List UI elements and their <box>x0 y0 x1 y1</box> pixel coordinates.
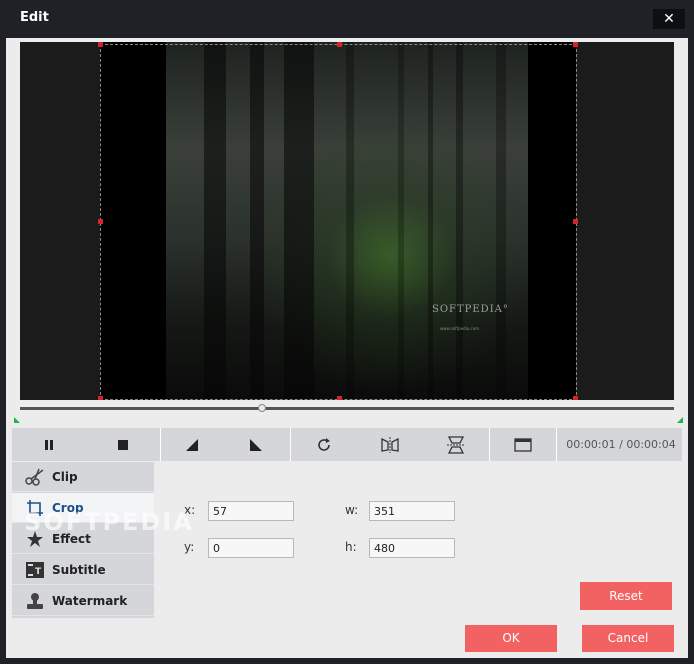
sidebar-item-clip[interactable]: Clip <box>12 462 154 492</box>
w-label: w: <box>345 503 359 517</box>
rotate-left-button[interactable] <box>161 428 223 461</box>
crop-icon <box>24 498 46 518</box>
close-icon: ✕ <box>663 11 675 27</box>
flip-vertical-button[interactable] <box>423 428 489 461</box>
trim-end-marker[interactable] <box>677 417 683 423</box>
triangle-right-icon <box>250 438 262 451</box>
crop-handle-bottom-left[interactable] <box>98 396 103 400</box>
stop-button[interactable] <box>86 428 160 461</box>
flip-vertical-icon <box>447 435 465 454</box>
sidebar-item-label: Watermark <box>52 593 128 608</box>
sidebar-item-subtitle[interactable]: T Subtitle <box>12 555 154 585</box>
trim-start-marker[interactable] <box>14 417 20 423</box>
player-toolbar: 00:00:01 / 00:00:04 <box>12 428 682 461</box>
stamp-icon <box>24 591 46 611</box>
title-bar: Edit ✕ <box>0 0 694 38</box>
close-button[interactable]: ✕ <box>653 9 685 29</box>
stop-icon <box>118 439 128 450</box>
crop-panel: x: w: y: h: Reset <box>154 462 682 618</box>
ok-button[interactable]: OK <box>465 625 557 652</box>
subtitle-icon: T <box>24 560 46 580</box>
w-input[interactable] <box>369 501 455 521</box>
y-input[interactable] <box>208 538 294 558</box>
sidebar-item-label: Subtitle <box>52 562 106 577</box>
rotate-icon <box>318 437 330 451</box>
h-label: h: <box>345 540 357 554</box>
sidebar-item-label: Clip <box>52 469 78 484</box>
scissors-icon <box>24 467 46 487</box>
timecode-display: 00:00:01 / 00:00:04 <box>566 438 676 451</box>
rotate-right-button[interactable] <box>223 428 289 461</box>
video-preview: SOFTPEDIA° www.softpedia.com <box>20 42 674 400</box>
rotate-button[interactable] <box>291 428 357 461</box>
star-icon <box>24 529 46 549</box>
h-input[interactable] <box>369 538 455 558</box>
window-icon <box>514 437 532 452</box>
crop-rectangle[interactable] <box>98 42 578 400</box>
crop-handle-top-right[interactable] <box>573 42 578 47</box>
pause-button[interactable] <box>12 428 86 461</box>
flip-horizontal-button[interactable] <box>357 428 423 461</box>
crop-handle-right[interactable] <box>573 219 578 224</box>
edit-sidebar: Clip Crop Effect T Subtitle Watermark <box>12 462 154 618</box>
crop-handle-bottom-right[interactable] <box>573 396 578 400</box>
x-label: x: <box>184 503 196 517</box>
pause-icon <box>45 439 53 450</box>
toolbar-separator <box>556 428 557 461</box>
window-title: Edit <box>20 10 49 25</box>
dialog-content: SOFTPEDIA° www.softpedia.com 00:00:01 / … <box>6 38 688 658</box>
sidebar-item-watermark[interactable]: Watermark <box>12 586 154 616</box>
crop-handle-top-left[interactable] <box>98 42 103 47</box>
seek-bar[interactable] <box>20 404 674 412</box>
crop-handle-bottom[interactable] <box>337 396 342 400</box>
crop-handle-left[interactable] <box>98 219 103 224</box>
x-input[interactable] <box>208 501 294 521</box>
sidebar-item-label: Effect <box>52 531 91 546</box>
flip-horizontal-icon <box>381 436 399 453</box>
aspect-ratio-button[interactable] <box>490 428 556 461</box>
crop-handle-top[interactable] <box>337 42 342 47</box>
sidebar-item-crop[interactable]: Crop <box>12 493 154 523</box>
svg-text:T: T <box>35 567 42 577</box>
triangle-left-icon <box>186 438 198 451</box>
y-label: y: <box>184 540 195 554</box>
sidebar-item-effect[interactable]: Effect <box>12 524 154 554</box>
reset-button[interactable]: Reset <box>580 582 672 610</box>
cancel-button[interactable]: Cancel <box>582 625 674 652</box>
seek-thumb[interactable] <box>257 404 266 412</box>
sidebar-item-label: Crop <box>52 500 84 515</box>
